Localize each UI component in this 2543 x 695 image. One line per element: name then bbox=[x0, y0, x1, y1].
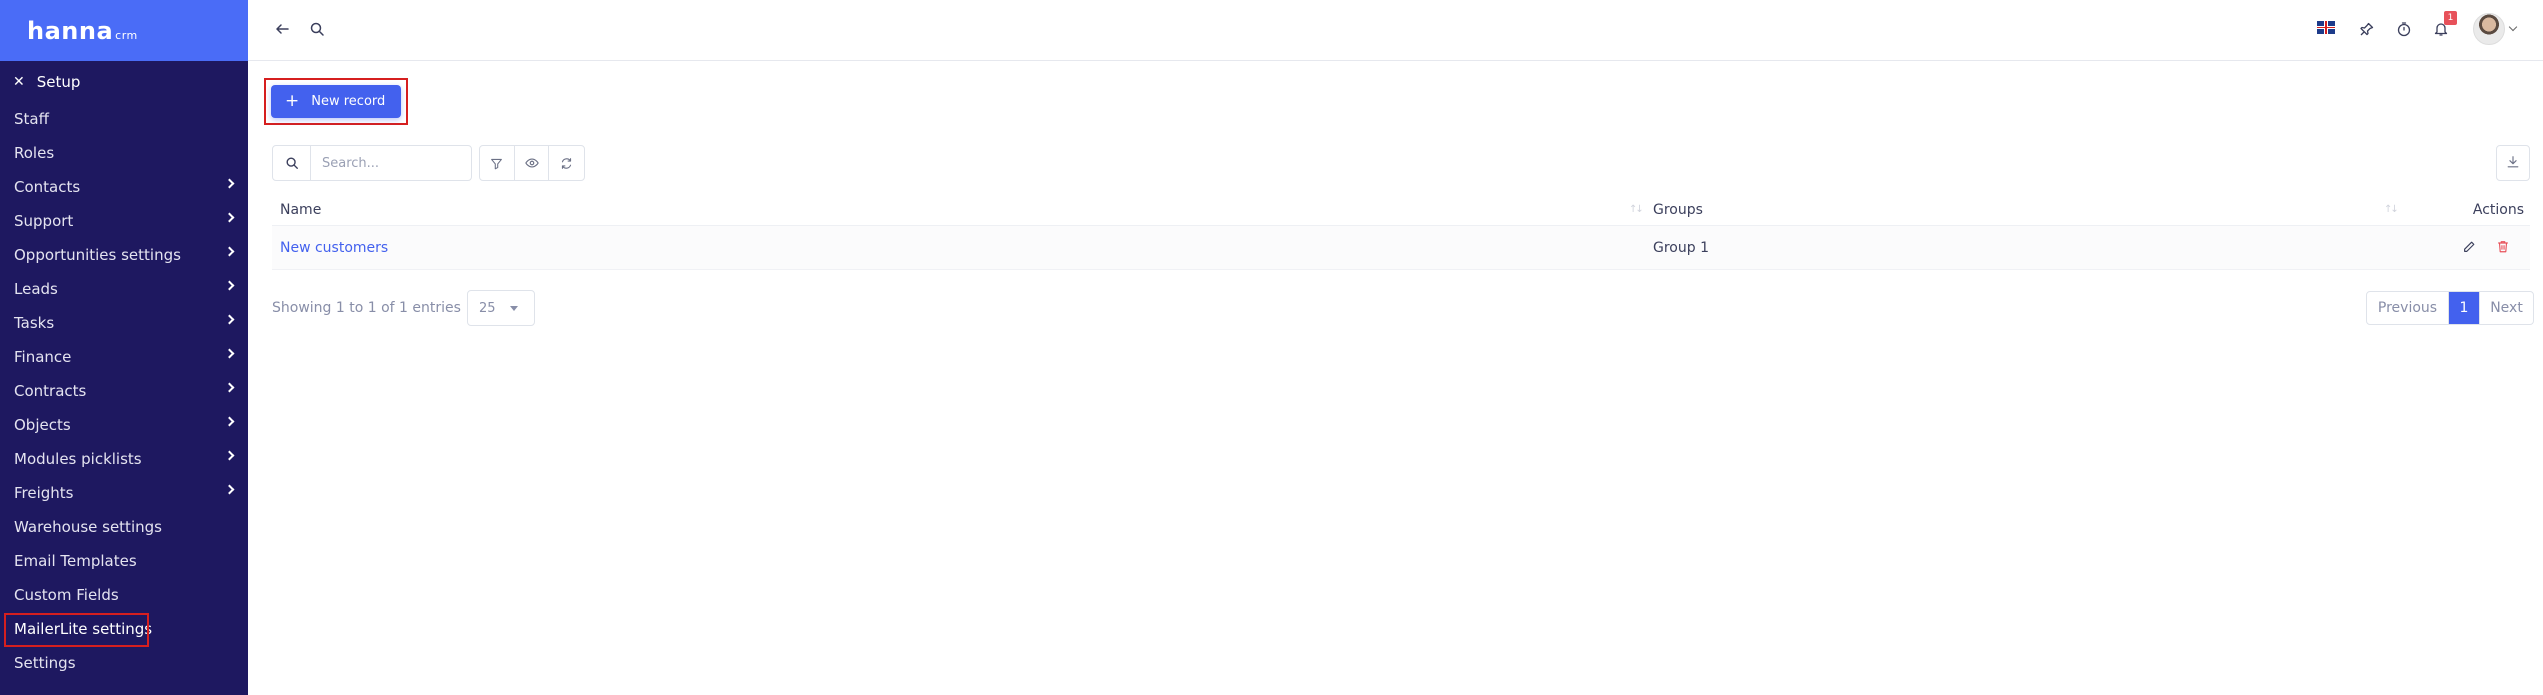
sidebar-item-contracts[interactable]: Contracts bbox=[0, 374, 248, 408]
chevron-right-icon bbox=[224, 212, 235, 223]
topbar: 1 bbox=[248, 0, 2543, 61]
sidebar-item-mailerlite-settings[interactable]: MailerLite settings bbox=[0, 612, 248, 647]
pagination-page-current[interactable]: 1 bbox=[2449, 292, 2479, 324]
new-record-button[interactable]: + New record bbox=[271, 85, 401, 118]
sidebar-item-label: Tasks bbox=[14, 314, 55, 332]
sidebar-item-label: Email Templates bbox=[14, 552, 137, 570]
sidebar-item-settings[interactable]: Settings bbox=[0, 646, 248, 680]
column-header-actions: Actions bbox=[2472, 201, 2524, 218]
sidebar-item-modules-picklists[interactable]: Modules picklists bbox=[0, 442, 248, 476]
sidebar-section-header[interactable]: ✕ Setup bbox=[0, 62, 248, 102]
table-footer: Showing 1 to 1 of 1 entries 25 bbox=[272, 290, 535, 326]
chevron-right-icon bbox=[224, 484, 235, 495]
page-size-value: 25 bbox=[478, 300, 496, 316]
eye-icon[interactable] bbox=[515, 146, 550, 180]
sidebar-item-warehouse-settings[interactable]: Warehouse settings bbox=[0, 510, 248, 544]
app-root: hanna crm ✕ Setup Staff Roles Contacts Su… bbox=[0, 0, 2543, 695]
sidebar-item-label: Modules picklists bbox=[14, 450, 142, 468]
sidebar-item-finance[interactable]: Finance bbox=[0, 340, 248, 374]
refresh-icon[interactable] bbox=[549, 146, 584, 180]
sidebar-item-label: Contacts bbox=[14, 178, 81, 196]
sidebar-item-label: Objects bbox=[14, 416, 71, 434]
new-record-label: New record bbox=[311, 94, 386, 109]
close-icon[interactable]: ✕ bbox=[13, 74, 25, 90]
sidebar-item-email-templates[interactable]: Email Templates bbox=[0, 544, 248, 578]
chevron-right-icon bbox=[224, 246, 235, 257]
sidebar-menu: Staff Roles Contacts Support Opportuniti… bbox=[0, 102, 248, 680]
chevron-right-icon bbox=[224, 178, 235, 189]
sidebar-item-label: Support bbox=[14, 212, 74, 230]
chevron-right-icon bbox=[224, 382, 235, 393]
sidebar: hanna crm ✕ Setup Staff Roles Contacts Su… bbox=[0, 0, 248, 695]
page-size-select[interactable]: 25 bbox=[466, 290, 535, 326]
logo[interactable]: hanna crm bbox=[27, 17, 138, 45]
sidebar-item-objects[interactable]: Objects bbox=[0, 408, 248, 442]
sidebar-item-support[interactable]: Support bbox=[0, 204, 248, 238]
sort-icon[interactable]: ↑↓ bbox=[2384, 204, 2399, 215]
table-header: Name ↑↓ Groups ↑↓ Actions bbox=[272, 194, 2530, 226]
entries-info: Showing 1 to 1 of 1 entries bbox=[272, 300, 461, 316]
main-content: + New record Search... Name ↑↓ Groups ↑↓… bbox=[248, 62, 2543, 695]
download-button[interactable] bbox=[2496, 145, 2530, 181]
table-tools bbox=[479, 145, 585, 181]
sidebar-item-label: Finance bbox=[14, 348, 72, 366]
sidebar-item-freights[interactable]: Freights bbox=[0, 476, 248, 510]
pagination-next[interactable]: Next bbox=[2479, 292, 2533, 324]
sidebar-item-label: Opportunities settings bbox=[14, 246, 181, 264]
notification-badge: 1 bbox=[2444, 11, 2457, 25]
sidebar-item-roles[interactable]: Roles bbox=[0, 136, 248, 170]
back-arrow-icon[interactable] bbox=[271, 18, 293, 40]
sidebar-item-leads[interactable]: Leads bbox=[0, 272, 248, 306]
records-table: Name ↑↓ Groups ↑↓ Actions New customers … bbox=[272, 194, 2530, 270]
avatar[interactable] bbox=[2473, 13, 2505, 45]
record-name-link[interactable]: New customers bbox=[280, 240, 388, 256]
search-box bbox=[272, 145, 472, 181]
logo-sub: crm bbox=[115, 28, 138, 42]
chevron-right-icon bbox=[224, 348, 235, 359]
sidebar-item-label: Leads bbox=[14, 280, 58, 298]
search-icon[interactable] bbox=[306, 18, 328, 40]
download-icon bbox=[2506, 154, 2520, 173]
edit-icon[interactable] bbox=[2462, 240, 2476, 258]
search-input[interactable] bbox=[311, 146, 461, 180]
sidebar-item-label: Contracts bbox=[14, 382, 87, 400]
uk-flag-icon[interactable] bbox=[2317, 21, 2335, 34]
pagination: Previous 1 Next bbox=[2366, 291, 2534, 325]
pagination-previous[interactable]: Previous bbox=[2367, 292, 2449, 324]
chevron-right-icon bbox=[224, 450, 235, 461]
sidebar-item-staff[interactable]: Staff bbox=[0, 102, 248, 136]
plus-icon: + bbox=[285, 91, 300, 111]
brand-header: hanna crm bbox=[0, 0, 248, 61]
sidebar-item-label: Freights bbox=[14, 484, 74, 502]
sidebar-item-label: Warehouse settings bbox=[14, 518, 162, 536]
sidebar-item-label: Staff bbox=[14, 110, 49, 128]
chevron-right-icon bbox=[224, 416, 235, 427]
timer-icon[interactable] bbox=[2393, 18, 2415, 40]
table-row: New customers Group 1 bbox=[272, 226, 2530, 270]
sidebar-item-tasks[interactable]: Tasks bbox=[0, 306, 248, 340]
logo-main: hanna bbox=[27, 16, 114, 45]
chevron-right-icon bbox=[224, 314, 235, 325]
chevron-down-icon[interactable] bbox=[2508, 22, 2518, 32]
sidebar-section-title: Setup bbox=[36, 73, 81, 91]
record-groups: Group 1 bbox=[1653, 239, 1709, 256]
sidebar-item-label: Custom Fields bbox=[14, 586, 119, 604]
caret-down-icon bbox=[509, 306, 518, 311]
chevron-right-icon bbox=[224, 280, 235, 291]
sidebar-item-opportunities-settings[interactable]: Opportunities settings bbox=[0, 238, 248, 272]
delete-icon[interactable] bbox=[2496, 239, 2510, 258]
sidebar-item-contacts[interactable]: Contacts bbox=[0, 170, 248, 204]
pin-icon[interactable] bbox=[2356, 18, 2378, 40]
sidebar-item-label: Settings bbox=[14, 654, 76, 672]
sidebar-item-custom-fields[interactable]: Custom Fields bbox=[0, 578, 248, 612]
column-header-name[interactable]: Name bbox=[280, 202, 321, 218]
highlight-box bbox=[4, 613, 149, 647]
column-header-groups[interactable]: Groups bbox=[1653, 202, 1703, 218]
sidebar-item-label: Roles bbox=[14, 144, 55, 162]
search-icon[interactable] bbox=[273, 146, 311, 180]
filter-icon[interactable] bbox=[480, 146, 515, 180]
sort-icon[interactable]: ↑↓ bbox=[1629, 204, 1644, 215]
